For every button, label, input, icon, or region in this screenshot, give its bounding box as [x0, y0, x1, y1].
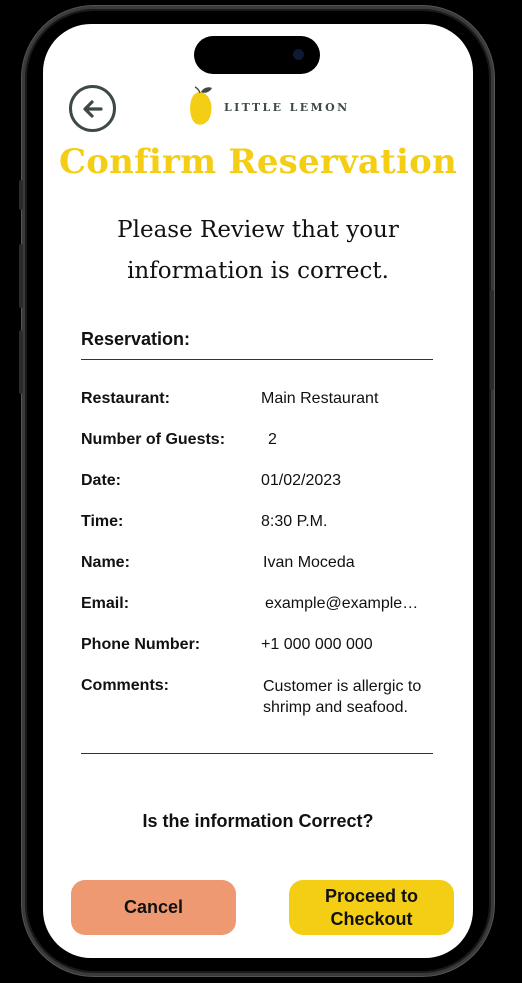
comments-value: Customer is allergic to shrimp and seafo… [263, 678, 422, 716]
lemon-icon [190, 86, 212, 125]
camera-icon [293, 49, 304, 60]
arrow-left-circle-icon [82, 99, 103, 118]
volume-down-button [19, 330, 23, 394]
page-title: Confirm Reservation [59, 142, 457, 182]
date-label: Date: [81, 472, 122, 489]
date-value: 01/02/2023 [261, 472, 342, 489]
name-label: Name: [81, 554, 130, 571]
proceed-to-checkout-button[interactable]: Proceed to Checkout [289, 880, 454, 935]
reservation-section-label: Reservation: [81, 329, 191, 349]
cancel-button[interactable]: Cancel [71, 880, 236, 935]
divider [81, 359, 433, 360]
power-button [490, 290, 494, 390]
confirmation-question: Is the information Correct? [142, 811, 374, 831]
phone-number-label: Phone Number: [81, 636, 201, 653]
back-button[interactable] [69, 85, 116, 132]
silent-switch [19, 180, 23, 210]
time-label: Time: [81, 513, 124, 530]
guests-label: Number of Guests: [81, 431, 226, 448]
phone-number-value: +1 000 000 000 [261, 636, 373, 653]
page-subtitle: Please Review that your information is c… [117, 217, 399, 284]
brand-name: LITTLE LEMON [224, 100, 350, 114]
app-screen: LITTLE LEMON Confirm Reservation Please … [43, 24, 473, 958]
restaurant-label: Restaurant: [81, 390, 170, 407]
divider [81, 753, 433, 754]
time-value: 8:30 P.M. [261, 513, 328, 530]
guests-value: 2 [268, 431, 277, 448]
restaurant-value: Main Restaurant [261, 390, 379, 407]
brand-logo: LITTLE LEMON [188, 86, 350, 128]
email-label: Email: [81, 595, 130, 612]
comments-label: Comments: [81, 677, 170, 694]
volume-up-button [19, 244, 23, 308]
name-value: Ivan Moceda [263, 554, 355, 571]
email-value: example@example… [265, 595, 419, 612]
dynamic-island [194, 36, 320, 74]
